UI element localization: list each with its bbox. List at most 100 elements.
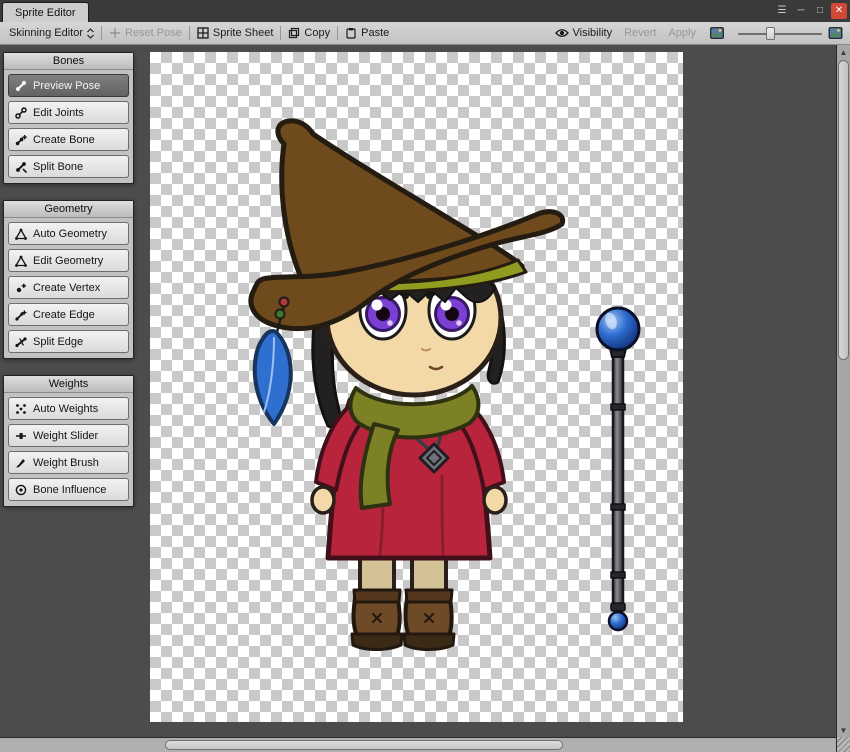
- split-edge-icon: [15, 336, 27, 348]
- staff-orb-top: [595, 306, 641, 352]
- visibility-button[interactable]: Visibility: [549, 27, 619, 39]
- bead-green: [274, 308, 286, 320]
- split-bone-button[interactable]: Split Bone: [8, 155, 129, 178]
- bone-influence-label: Bone Influence: [33, 483, 107, 496]
- mode-dropdown[interactable]: Skinning Editor: [3, 22, 100, 44]
- reset-pose-icon: [109, 27, 121, 39]
- geometry-panel: Geometry Auto Geometry Edit Geometry Cre…: [3, 200, 134, 359]
- close-button[interactable]: ✕: [831, 3, 847, 19]
- toolbar-separator: [188, 26, 190, 40]
- split-bone-icon: [15, 161, 27, 173]
- toolbar-right-group: Visibility Revert Apply: [549, 25, 847, 41]
- bead-red: [278, 296, 290, 308]
- weights-panel-title: Weights: [4, 376, 133, 393]
- sprite-editor-tab[interactable]: Sprite Editor: [2, 2, 89, 22]
- mode-dropdown-label: Skinning Editor: [9, 27, 83, 39]
- preview-pose-icon: [15, 80, 27, 92]
- hand-right: [482, 485, 508, 515]
- preview-pose-button[interactable]: Preview Pose: [8, 74, 129, 97]
- weight-brush-label: Weight Brush: [33, 456, 99, 469]
- revert-label: Revert: [624, 27, 657, 39]
- color-channels-button[interactable]: [706, 25, 728, 41]
- zoom-slider-thumb[interactable]: [766, 26, 775, 40]
- preview-pose-label: Preview Pose: [33, 79, 101, 92]
- auto-geometry-label: Auto Geometry: [33, 227, 107, 240]
- copy-button[interactable]: Copy: [282, 22, 336, 44]
- bone-influence-button[interactable]: Bone Influence: [8, 478, 129, 501]
- split-edge-button[interactable]: Split Edge: [8, 330, 129, 353]
- visibility-label: Visibility: [572, 27, 613, 39]
- create-bone-label: Create Bone: [33, 133, 95, 146]
- weight-brush-button[interactable]: Weight Brush: [8, 451, 129, 474]
- edit-geometry-icon: [15, 255, 27, 267]
- vertical-scrollbar[interactable]: ▲ ▼: [836, 45, 850, 737]
- weight-brush-icon: [15, 457, 27, 469]
- auto-geometry-button[interactable]: Auto Geometry: [8, 222, 129, 245]
- bones-panel-title: Bones: [4, 53, 133, 70]
- scroll-down-arrow[interactable]: ▼: [837, 723, 850, 737]
- zoom-slider-track[interactable]: [738, 32, 822, 35]
- sprite-sheet-button[interactable]: Sprite Sheet: [191, 22, 280, 44]
- titlebar: Sprite Editor ☰ ─ □ ✕: [0, 0, 850, 22]
- weight-slider-button[interactable]: Weight Slider: [8, 424, 129, 447]
- bones-panel: Bones Preview Pose Edit Joints Create Bo…: [3, 52, 134, 184]
- zoom-slider[interactable]: [738, 26, 822, 41]
- toolbar-separator: [101, 26, 102, 40]
- edit-geometry-button[interactable]: Edit Geometry: [8, 249, 129, 272]
- eye-icon: [555, 28, 569, 38]
- create-vertex-icon: [15, 282, 27, 294]
- paste-button[interactable]: Paste: [339, 22, 395, 44]
- create-vertex-label: Create Vertex: [33, 281, 101, 294]
- vertical-scroll-thumb[interactable]: [838, 60, 849, 360]
- minimize-button[interactable]: ─: [793, 3, 809, 19]
- character-sprite: [248, 118, 641, 651]
- staff-orb-bottom: [607, 610, 629, 632]
- color-channels-icon: [709, 27, 725, 39]
- editor-viewport[interactable]: Bones Preview Pose Edit Joints Create Bo…: [0, 45, 836, 737]
- window-controls: ☰ ─ □ ✕: [774, 3, 847, 19]
- window-menu-icon[interactable]: ☰: [774, 3, 790, 19]
- auto-weights-label: Auto Weights: [33, 402, 99, 415]
- staff: [595, 306, 641, 632]
- updown-chevron-icon: [87, 27, 94, 39]
- auto-weights-button[interactable]: Auto Weights: [8, 397, 129, 420]
- edit-joints-icon: [15, 107, 27, 119]
- create-edge-button[interactable]: Create Edge: [8, 303, 129, 326]
- hand-left: [310, 485, 336, 515]
- create-bone-icon: [15, 134, 27, 146]
- weight-slider-label: Weight Slider: [33, 429, 99, 442]
- sprite-sheet-icon: [197, 27, 209, 39]
- split-bone-label: Split Bone: [33, 160, 84, 173]
- toolbar: Skinning Editor Reset Pose Sprite Sheet …: [0, 22, 850, 45]
- legs: [350, 548, 456, 651]
- edit-joints-label: Edit Joints: [33, 106, 84, 119]
- maximize-button[interactable]: □: [812, 3, 828, 19]
- auto-weights-icon: [15, 403, 27, 415]
- horizontal-scrollbar[interactable]: [0, 737, 836, 752]
- copy-icon: [288, 27, 300, 39]
- apply-button[interactable]: Apply: [662, 27, 702, 39]
- scroll-up-arrow[interactable]: ▲: [837, 45, 850, 59]
- resize-grip[interactable]: [836, 737, 850, 752]
- edit-geometry-label: Edit Geometry: [33, 254, 104, 267]
- toolbar-separator: [337, 26, 339, 40]
- paste-icon: [345, 27, 357, 39]
- auto-geometry-icon: [15, 228, 27, 240]
- witch-character: [248, 118, 566, 651]
- weight-slider-icon: [15, 430, 27, 442]
- revert-button[interactable]: Revert: [618, 27, 662, 39]
- toolbar-separator: [280, 26, 282, 40]
- create-bone-button[interactable]: Create Bone: [8, 128, 129, 151]
- split-edge-label: Split Edge: [33, 335, 84, 348]
- reset-pose-label: Reset Pose: [125, 27, 182, 39]
- bone-influence-icon: [15, 484, 27, 496]
- reset-pose-button[interactable]: Reset Pose: [103, 22, 188, 44]
- create-edge-label: Create Edge: [33, 308, 95, 321]
- geometry-panel-title: Geometry: [4, 201, 133, 218]
- sprite-sheet-label: Sprite Sheet: [212, 27, 274, 39]
- edit-joints-button[interactable]: Edit Joints: [8, 101, 129, 124]
- sprite-canvas[interactable]: [150, 52, 683, 722]
- horizontal-scroll-thumb[interactable]: [165, 740, 563, 750]
- create-vertex-button[interactable]: Create Vertex: [8, 276, 129, 299]
- paste-label: Paste: [361, 27, 390, 39]
